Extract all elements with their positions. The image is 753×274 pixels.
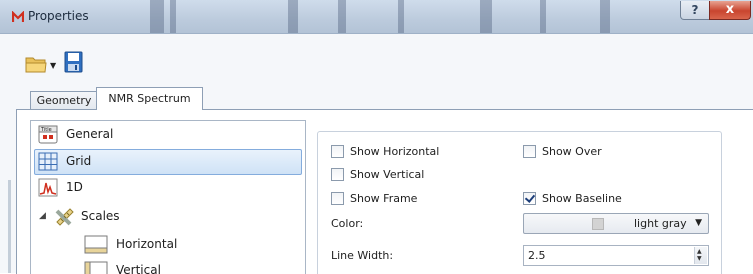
tree-item-scales[interactable]: ◢ Scales [35,204,301,229]
expander-icon[interactable]: ◢ [39,211,46,221]
spin-down-icon[interactable]: ▼ [697,256,702,262]
vertical-scale-icon [84,261,108,274]
checkbox-label: Show Horizontal [350,145,440,158]
line-width-value[interactable]: 2.5 [528,249,546,262]
titlebar-decor [480,0,492,33]
checkbox-box[interactable] [523,145,536,158]
properties-window: Properties ? x ▼ Geometry NMR Spectrum T… [0,0,753,274]
tab-geometry[interactable]: Geometry [30,91,98,110]
folder-dropdown-arrow-icon[interactable]: ▼ [50,61,56,70]
tree-item-horizontal[interactable]: Horizontal [35,232,301,257]
color-select[interactable]: light gray ▼ [523,213,709,234]
titlebar-decor [398,0,404,33]
show-vertical-checkbox[interactable]: Show Vertical [331,168,424,181]
window-title: Properties [28,9,89,23]
line-width-spinbox[interactable]: 2.5 ▲ ▼ [523,245,709,266]
titlebar-decor [600,0,610,33]
checkbox-label: Show Baseline [542,192,622,205]
show-over-checkbox[interactable]: Show Over [523,145,602,158]
ruler-icon [55,208,74,226]
tree-item-general[interactable]: Title General [35,122,301,147]
help-button[interactable]: ? [680,1,710,20]
settings-tree: Title General Grid 1D ◢ Scales Horizonta… [30,120,306,274]
checkbox-box-checked[interactable] [523,192,536,205]
color-label: Color: [331,217,364,230]
show-horizontal-checkbox[interactable]: Show Horizontal [331,145,439,158]
tab-bar: Geometry NMR Spectrum [0,87,753,110]
titlebar-decor [338,0,346,33]
checkbox-label: Show Frame [350,192,418,205]
checkbox-box[interactable] [331,145,344,158]
checkbox-box[interactable] [331,192,344,205]
app-icon [12,11,24,22]
checkbox-label: Show Over [542,145,602,158]
title-icon: Title [38,125,58,144]
tree-item-1d[interactable]: 1D [35,175,301,200]
save-icon[interactable] [64,51,83,73]
checkbox-label: Show Vertical [350,168,425,181]
tree-item-label: Scales [81,209,120,223]
window-edge [8,180,11,273]
tree-item-label: Horizontal [116,237,178,251]
titlebar-decor [540,0,546,33]
close-button[interactable]: x [709,1,751,20]
titlebar-decor [150,0,164,33]
line-width-label: Line Width: [331,249,394,262]
title-bar[interactable]: Properties ? x [0,0,753,34]
titlebar-decor [288,0,298,33]
horizontal-scale-icon [84,235,108,254]
grid-icon [38,152,58,171]
tree-item-label: General [66,127,114,141]
tab-nmr-spectrum[interactable]: NMR Spectrum [96,87,203,110]
tree-item-vertical[interactable]: Vertical [35,258,301,274]
titlebar-decor [170,0,176,33]
svg-text:Title: Title [40,127,52,133]
tree-item-label: 1D [66,180,83,194]
tree-item-label: Vertical [116,263,161,274]
show-frame-checkbox[interactable]: Show Frame [331,192,417,205]
tree-item-grid[interactable]: Grid [34,149,302,175]
spin-buttons: ▲ ▼ [694,247,707,264]
checkbox-box[interactable] [331,168,344,181]
tree-item-label: Grid [66,154,92,168]
color-select-value: light gray [634,217,687,230]
spectrum-1d-icon [38,178,58,197]
open-folder-icon[interactable] [25,55,47,73]
chevron-down-icon[interactable]: ▼ [695,218,702,228]
color-swatch [592,218,604,230]
show-baseline-checkbox[interactable]: Show Baseline [523,192,622,205]
